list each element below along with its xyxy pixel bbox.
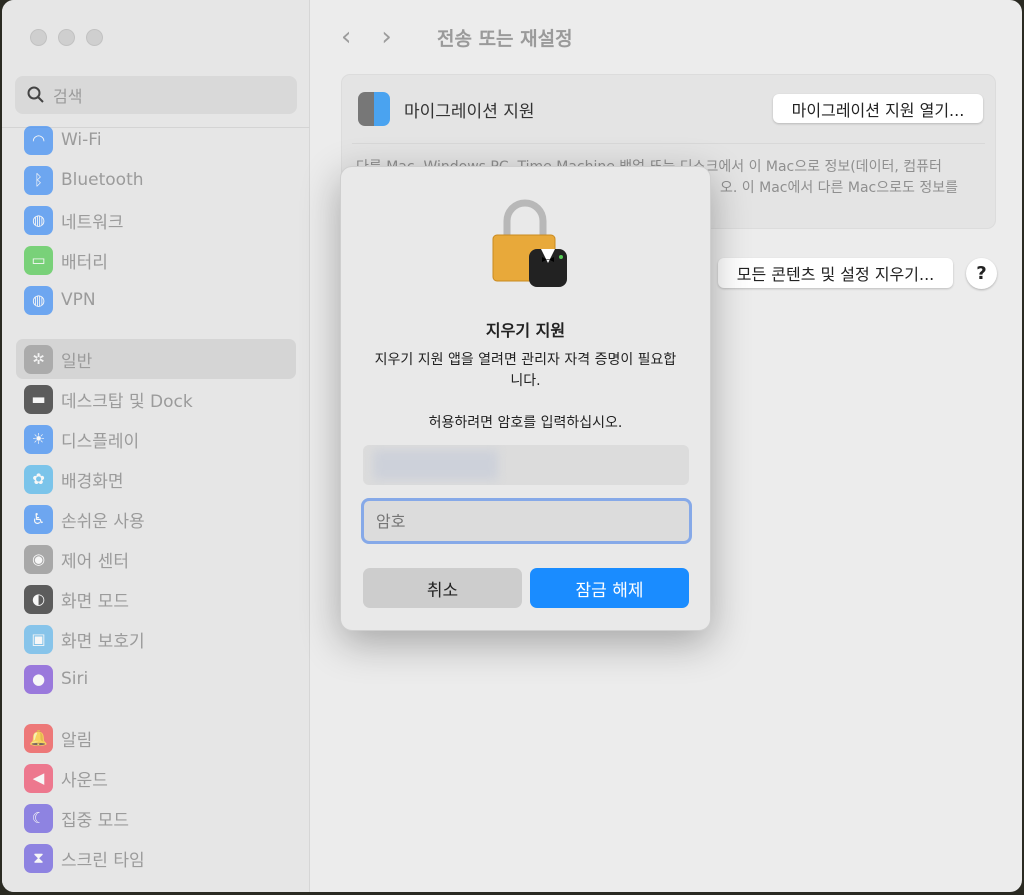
dock-icon: ▬ — [24, 384, 53, 414]
erase-all-button[interactable]: 모든 콘텐츠 및 설정 지우기... — [718, 258, 953, 288]
migration-assistant-icon — [358, 92, 390, 126]
password-field[interactable] — [361, 498, 692, 544]
sidebar-item-1[interactable]: ᛒ Bluetooth — [16, 160, 296, 200]
page-title: 전송 또는 재설정 — [437, 28, 573, 50]
sidebar-item-9[interactable]: ♿ 손쉬운 사용 — [16, 499, 296, 539]
search-input[interactable]: 검색 — [15, 76, 297, 114]
sidebar-item-label: 네트워크 — [61, 212, 124, 233]
wifi-icon: ◠ — [24, 125, 53, 155]
card-divider — [352, 143, 985, 144]
dialog-prompt: 허용하려면 암호를 입력하십시오. — [428, 415, 623, 431]
bell-icon: 🔔 — [24, 723, 53, 753]
sidebar-item-label: Bluetooth — [61, 170, 144, 190]
username-field[interactable] — [363, 445, 689, 485]
sidebar-item-6[interactable]: ▬ 데스크탑 및 Dock — [16, 379, 296, 419]
zoom-window-button[interactable] — [86, 29, 103, 46]
bluetooth-icon: ᛒ — [24, 165, 53, 195]
globe-icon: ◍ — [24, 205, 53, 235]
sidebar-item-label: 화면 보호기 — [61, 631, 145, 652]
flower-icon: ✿ — [24, 464, 53, 494]
search-icon — [27, 86, 44, 103]
search-placeholder: 검색 — [53, 87, 83, 106]
sidebar-item-2[interactable]: ◍ 네트워크 — [16, 200, 296, 240]
traffic-lights — [30, 29, 103, 46]
appearance-icon: ◐ — [24, 584, 53, 614]
sidebar-item-label: 데스크탑 및 Dock — [61, 391, 193, 412]
sidebar-item-label: 디스플레이 — [61, 431, 140, 452]
back-button[interactable]: ‹ — [341, 22, 351, 52]
forward-button[interactable]: › — [381, 22, 391, 52]
sidebar-item-14[interactable]: 🔔 알림 — [16, 718, 296, 758]
moon-icon: ☾ — [24, 803, 53, 833]
sidebar-item-15[interactable]: ◀ 사운드 — [16, 758, 296, 798]
minimize-window-button[interactable] — [58, 29, 75, 46]
sidebar-item-label: 알림 — [61, 730, 93, 751]
sidebar-item-label: VPN — [61, 290, 96, 310]
sidebar-item-8[interactable]: ✿ 배경화면 — [16, 459, 296, 499]
sidebar-list: ◠ Wi-Fi ᛒ Bluetooth ◍ 네트워크 ▭ 배터리 ◍ VPN ✲ 일반 ▬ 데스크탑 및 … — [16, 120, 296, 878]
sidebar-item-0[interactable]: ◠ Wi-Fi — [16, 120, 296, 160]
speaker-icon: ◀ — [24, 763, 53, 793]
auth-dialog: 지우기 지원 지우기 지원 앱을 열려면 관리자 자격 증명이 필요합니다. 허… — [340, 166, 711, 631]
siri-icon: ● — [24, 664, 53, 694]
hourglass-icon: ⧗ — [24, 843, 53, 873]
sidebar-item-5[interactable]: ✲ 일반 — [16, 339, 296, 379]
sidebar: 검색 ◠ Wi-Fi ᛒ Bluetooth ◍ 네트워크 ▭ 배터리 ◍ VPN ✲ 일반 ▬ 데스크탑… — [2, 0, 310, 892]
sidebar-item-label: 사운드 — [61, 770, 108, 791]
sidebar-item-7[interactable]: ☀ 디스플레이 — [16, 419, 296, 459]
sidebar-item-label: 화면 모드 — [61, 591, 129, 612]
sidebar-item-10[interactable]: ◉ 제어 센터 — [16, 539, 296, 579]
sidebar-item-4[interactable]: ◍ VPN — [16, 280, 296, 320]
sidebar-item-label: 일반 — [61, 351, 93, 372]
sidebar-item-label: 배경화면 — [61, 471, 124, 492]
sidebar-item-16[interactable]: ☾ 집중 모드 — [16, 798, 296, 838]
help-button[interactable]: ? — [966, 258, 997, 289]
sidebar-item-17[interactable]: ⧗ 스크린 타임 — [16, 838, 296, 878]
dialog-message: 지우기 지원 앱을 열려면 관리자 자격 증명이 필요합니다. — [374, 352, 677, 389]
cancel-button[interactable]: 취소 — [363, 568, 522, 608]
sun-icon: ☀ — [24, 424, 53, 454]
sidebar-item-label: 스크린 타임 — [61, 850, 145, 871]
sidebar-item-label: 제어 센터 — [61, 551, 129, 572]
unlock-button[interactable]: 잠금 해제 — [530, 568, 689, 608]
toggles-icon: ◉ — [24, 544, 53, 574]
open-migration-button[interactable]: 마이그레이션 지원 열기... — [773, 94, 983, 123]
sidebar-item-label: 집중 모드 — [61, 810, 129, 831]
sidebar-item-label: Siri — [61, 669, 89, 689]
vpn-globe-icon: ◍ — [24, 285, 53, 315]
sidebar-item-12[interactable]: ▣ 화면 보호기 — [16, 619, 296, 659]
sidebar-item-11[interactable]: ◐ 화면 모드 — [16, 579, 296, 619]
lock-icon — [492, 199, 567, 287]
sidebar-item-label: Wi-Fi — [61, 130, 102, 150]
battery-icon: ▭ — [24, 245, 53, 275]
screensaver-icon: ▣ — [24, 624, 53, 654]
dialog-title: 지우기 지원 — [485, 321, 566, 340]
blurred-username — [373, 450, 498, 480]
gear-icon: ✲ — [24, 344, 53, 374]
sidebar-item-label: 배터리 — [61, 252, 108, 273]
sidebar-item-3[interactable]: ▭ 배터리 — [16, 240, 296, 280]
sidebar-item-13[interactable]: ● Siri — [16, 659, 296, 699]
migration-label: 마이그레이션 지원 — [404, 102, 535, 122]
accessibility-icon: ♿ — [24, 504, 53, 534]
sidebar-item-label: 손쉬운 사용 — [61, 511, 145, 532]
close-window-button[interactable] — [30, 29, 47, 46]
